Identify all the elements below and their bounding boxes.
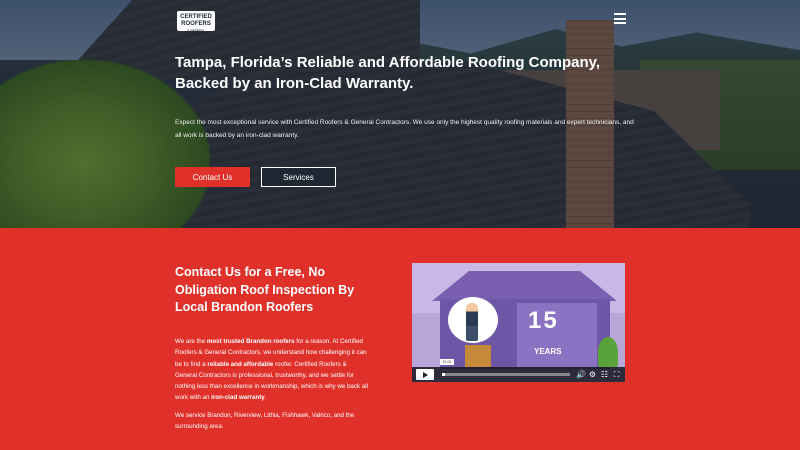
play-icon[interactable] <box>416 369 434 380</box>
intro-paragraph: We are the most trusted Brandon roofers … <box>175 338 368 402</box>
video-years-number: 15 <box>528 307 559 334</box>
service-area-paragraph: We service Brandon, Riverview, Lithia, F… <box>175 411 355 431</box>
video-person-figure <box>466 303 478 341</box>
section-title: Contact Us for a Free, No Obligation Roo… <box>175 265 355 314</box>
captions-icon[interactable]: ☷ <box>600 370 609 379</box>
seek-progress <box>442 373 445 376</box>
video-seek-bar[interactable] <box>442 373 570 376</box>
video-time-badge: 21:00 <box>440 359 454 365</box>
video-box <box>465 345 491 367</box>
hero-title: Tampa, Florida’s Reliable and Affordable… <box>175 54 601 92</box>
section-body: We are the most trusted Brandon roofers … <box>175 336 370 438</box>
video-years-label: YEARS <box>534 347 562 356</box>
video-plant <box>598 337 618 367</box>
logo-line-2: ROOFERS <box>181 21 211 27</box>
services-button[interactable]: Services <box>261 167 336 187</box>
contact-us-button[interactable]: Contact Us <box>175 167 250 187</box>
hero-description: Expect the most exceptional service with… <box>175 119 634 139</box>
hamburger-menu-icon[interactable] <box>614 13 626 24</box>
fullscreen-icon[interactable]: ⛶ <box>612 370 621 379</box>
video-player[interactable]: 15 YEARS 21:00 🔊 ⚙ ☷ ⛶ <box>412 263 625 382</box>
hero-section <box>0 0 800 228</box>
settings-gear-icon[interactable]: ⚙ <box>588 370 597 379</box>
volume-icon[interactable]: 🔊 <box>576 370 586 379</box>
video-controls: 🔊 ⚙ ☷ ⛶ <box>412 367 625 382</box>
company-logo[interactable]: CERTIFIED ROOFERS & GENERAL CONTRACTORS,… <box>177 11 215 36</box>
logo-line-1: CERTIFIED <box>180 14 212 20</box>
hero-overlay <box>0 0 800 228</box>
logo-line-3: & GENERAL CONTRACTORS, INC. <box>180 28 212 36</box>
